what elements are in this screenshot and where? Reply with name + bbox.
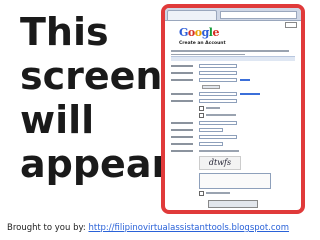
- location-row: [171, 141, 295, 147]
- location-select[interactable]: [199, 142, 223, 146]
- check-availability-row: [171, 84, 295, 90]
- terms-of-service-box[interactable]: [199, 173, 271, 189]
- secondary-email-field[interactable]: [199, 135, 237, 139]
- logo-letter: o: [187, 26, 195, 39]
- login-name-row: [171, 77, 295, 83]
- print-checkbox[interactable]: [199, 190, 204, 196]
- logo-letter: e: [212, 26, 219, 39]
- footer-prefix: Brought to you by:: [7, 223, 89, 233]
- security-section: dtwfs: [171, 119, 295, 179]
- logo-letter: o: [194, 26, 202, 39]
- secondary-email-row: [171, 134, 295, 140]
- slide-headline: This screen will appear: [20, 10, 171, 186]
- page-heading: Create an Account: [179, 41, 226, 46]
- screenshot-frame: Google Create an Account dtwfs: [161, 4, 305, 214]
- headline-line-1: This: [20, 10, 109, 54]
- address-bar: [220, 11, 297, 19]
- headline-line-4: appear: [20, 142, 171, 186]
- headline-line-2: screen: [20, 54, 163, 98]
- slide-footer: Brought to you by: http://filipinovirtua…: [0, 219, 320, 237]
- security-question-row: [171, 120, 295, 126]
- security-question-select[interactable]: [199, 121, 237, 125]
- section-header: [171, 56, 295, 61]
- remember-me-checkbox[interactable]: [199, 105, 204, 111]
- captcha-image: dtwfs: [199, 156, 241, 170]
- answer-field[interactable]: [199, 128, 223, 132]
- footer-link[interactable]: http://filipinovirtualassistanttools.blo…: [88, 223, 289, 233]
- word-verification-row: [171, 148, 295, 154]
- accept-create-account-button[interactable]: [208, 200, 258, 208]
- logo-letter: G: [179, 26, 188, 39]
- password-field[interactable]: [199, 92, 237, 96]
- browser-toolbar: [165, 8, 301, 21]
- web-history-checkbox[interactable]: [199, 112, 204, 118]
- account-info-section: [171, 56, 295, 119]
- answer-row: [171, 127, 295, 133]
- first-name-row: [171, 63, 295, 69]
- print-option-row: [171, 190, 295, 196]
- top-links: [285, 22, 297, 28]
- reenter-password-row: [171, 98, 295, 104]
- login-name-field[interactable]: [199, 78, 237, 82]
- terms-section: [171, 173, 295, 208]
- last-name-field[interactable]: [199, 71, 237, 75]
- language-select: [285, 22, 297, 28]
- headline-line-3: will: [20, 98, 95, 142]
- check-availability-button[interactable]: [202, 85, 220, 89]
- password-row: [171, 91, 295, 97]
- reenter-password-field[interactable]: [199, 99, 237, 103]
- browser-tab: [167, 10, 217, 20]
- google-logo: Google: [179, 26, 219, 39]
- web-history-row: [171, 112, 295, 118]
- logo-letter: g: [201, 26, 210, 39]
- remember-me-row: [171, 105, 295, 111]
- first-name-field[interactable]: [199, 64, 237, 68]
- last-name-row: [171, 70, 295, 76]
